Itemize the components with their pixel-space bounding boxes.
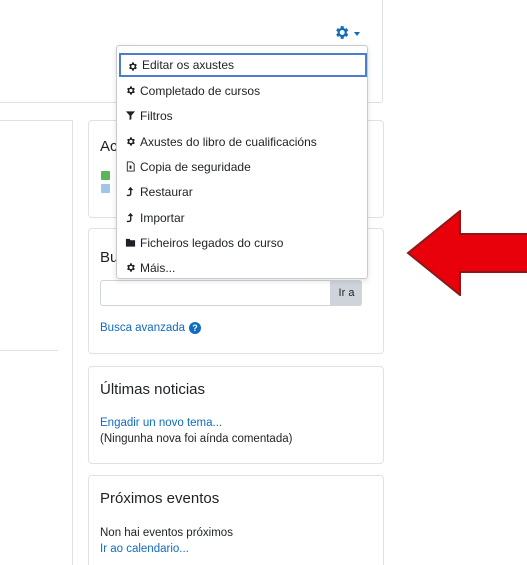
block-title: Próximos eventos <box>100 490 220 507</box>
menu-item-filters[interactable]: Filtros <box>119 104 367 128</box>
block-title: Ac <box>100 138 118 155</box>
gear-icon <box>129 62 137 71</box>
file-archive-icon <box>126 161 135 172</box>
filter-icon <box>125 111 136 121</box>
upload-icon <box>126 212 134 223</box>
menu-item-import[interactable]: Importar <box>119 206 367 230</box>
news-empty-text: (Ningunha nova foi aínda comentada) <box>100 433 293 445</box>
menu-item-label: Copia de seguridade <box>140 160 251 174</box>
menu-item-backup[interactable]: Copia de seguridade <box>119 155 367 179</box>
folder-icon <box>125 238 136 247</box>
course-settings-dropdown: Editar os axustes Completado de cursos F… <box>116 45 368 279</box>
upcoming-events-block: Próximos eventos Non hai eventos próximo… <box>88 475 384 565</box>
gear-icon <box>127 263 135 272</box>
latest-news-block: Últimas noticias Engadir un novo tema...… <box>88 366 384 464</box>
red-arrow-annotation <box>406 210 527 296</box>
calendar-link[interactable]: Ir ao calendario... <box>100 543 189 555</box>
menu-item-more[interactable]: Máis... <box>119 256 367 280</box>
menu-item-course-completion[interactable]: Completado de cursos <box>119 79 367 103</box>
menu-item-legacy-files[interactable]: Ficheiros legados do curso <box>119 231 367 255</box>
main-content-panel <box>0 120 73 565</box>
advanced-search-link[interactable]: Busca avanzada <box>100 322 185 334</box>
menu-item-label: Editar os axustes <box>142 58 235 72</box>
search-input[interactable] <box>100 280 331 306</box>
chevron-down-icon <box>354 31 360 36</box>
forum-icon[interactable] <box>101 171 110 180</box>
menu-item-label: Filtros <box>140 109 173 123</box>
menu-item-gradebook-setup[interactable]: Axustes do libro de cualificacións <box>119 130 367 154</box>
events-empty-text: Non hai eventos próximos <box>100 527 233 539</box>
menu-item-label: Axustes do libro de cualificacións <box>140 135 317 149</box>
menu-item-label: Ficheiros legados do curso <box>140 236 284 250</box>
content-divider <box>0 350 58 351</box>
help-icon[interactable]: ? <box>189 322 202 334</box>
header-right-border <box>382 0 383 102</box>
search-go-button[interactable]: Ir a <box>331 280 362 306</box>
menu-item-label: Importar <box>140 211 185 225</box>
upload-icon <box>126 186 134 197</box>
block-title: Últimas noticias <box>100 381 206 398</box>
menu-item-restore[interactable]: Restaurar <box>119 180 367 204</box>
gear-icon <box>127 86 135 95</box>
gear-icon <box>336 26 349 39</box>
advanced-search: Busca avanzada ? <box>100 322 202 334</box>
course-settings-menu-button[interactable] <box>333 24 360 41</box>
resource-icon[interactable] <box>101 184 110 193</box>
gear-icon <box>127 137 135 146</box>
menu-item-label: Máis... <box>140 261 176 275</box>
menu-item-label: Completado de cursos <box>140 84 261 98</box>
menu-item-edit-settings[interactable]: Editar os axustes <box>119 53 367 77</box>
menu-item-label: Restaurar <box>140 185 193 199</box>
add-topic-link[interactable]: Engadir un novo tema... <box>100 417 222 429</box>
